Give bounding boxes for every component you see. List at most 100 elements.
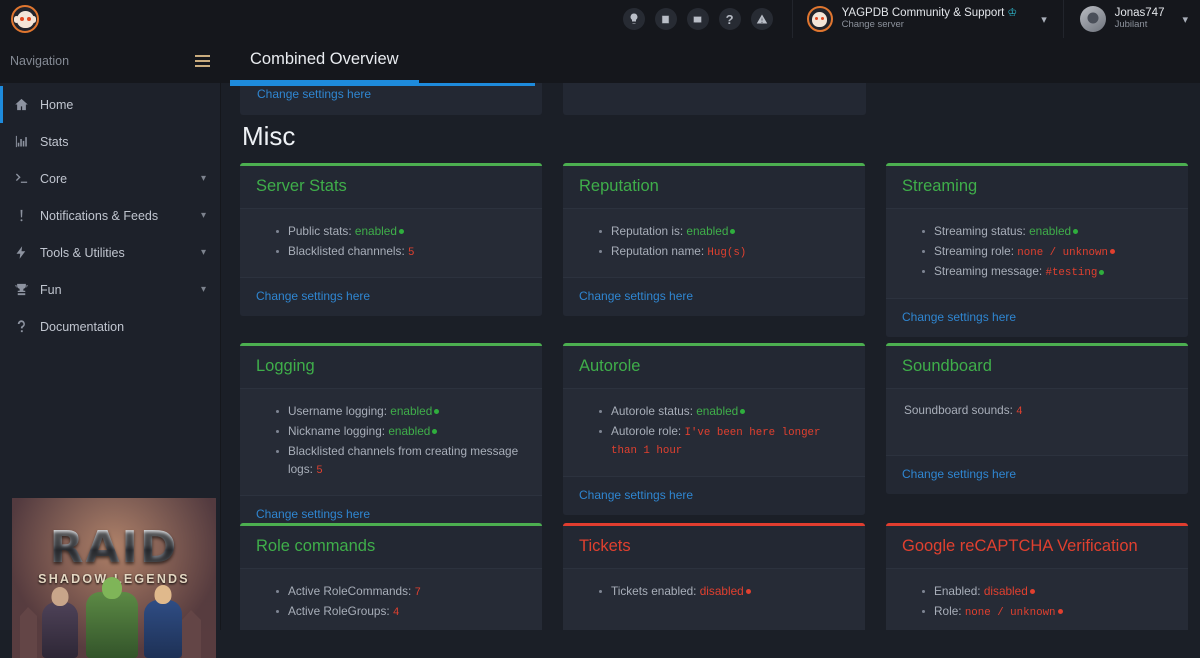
user-menu[interactable]: Jonas747 Jubilant ▾ [1064,0,1200,38]
change-settings-link[interactable]: Change settings here [256,507,370,521]
sidebar-item-notifications-feeds[interactable]: Notifications & Feeds ▾ [0,197,220,234]
status-disabled: disabled [699,584,744,598]
section-title: Misc [242,121,296,151]
sidebar-item-stats[interactable]: Stats [0,123,220,160]
help-icon[interactable]: ? [718,8,741,30]
card-body: Autorole status: enabled Autorole role: I… [563,389,865,476]
card-header: Server Stats [240,166,542,209]
card-footer: Change settings here [886,297,1188,337]
card-header: Reputation [563,166,865,209]
label: Reputation name: [611,243,708,258]
card-header: Streaming [886,166,1188,209]
lightbulb-icon[interactable] [622,8,645,30]
label: Public stats: [288,224,355,238]
card-stat-list: Reputation is: enabled Reputation name: H… [581,223,849,261]
card-title: Autorole [579,357,641,375]
card-body: Public stats: enabled Blacklisted channne… [240,209,542,278]
list-item: Tickets enabled: disabled [599,583,849,601]
loading-progress-bar [230,83,535,86]
label: Nickname logging: [288,423,389,438]
advertisement-banner[interactable]: RAID SHADOW LEGENDS [12,498,216,658]
card-body: Enabled: disabled Role: none / unknown [886,569,1188,630]
status-enabled: enabled [354,224,397,238]
card-header: Role commands [240,526,542,569]
card-footer: Change settings here [240,277,542,317]
news-icon[interactable] [686,8,709,30]
change-server-label: Change server [841,19,904,31]
label: Active RoleCommands: [288,584,415,598]
sidebar-item-label: Core [40,171,68,186]
navigation-header: Navigation [10,38,230,83]
card-title: Streaming [902,177,978,195]
ad-title: RAID [12,522,216,573]
card-body: Soundboard sounds: 4 [886,389,1188,455]
sidebar-item-core[interactable]: Core ▾ [0,160,220,197]
status-dot-red [1029,589,1035,595]
chevron-down-icon[interactable]: ▾ [201,247,206,258]
tab-combined-overview[interactable]: Combined Overview [230,38,419,83]
sidebar-item-label: Tools & Utilities [40,245,125,260]
change-settings-link[interactable]: Change settings here [579,289,693,303]
list-item: Blacklisted channels from creating messa… [276,443,526,479]
card-body: Reputation is: enabled Reputation name: H… [563,209,865,278]
question-icon [14,319,40,334]
app-logo[interactable] [0,5,50,33]
server-switcher[interactable]: YAGPDB Community & Support ♔ Change serve… [793,0,1063,38]
main-content: Change settings here Misc Server Stats Pu… [220,83,1200,630]
status-dot-green [434,409,440,415]
label: Reputation is: [611,224,687,238]
top-bar: ? YAGPDB Community & Support ♔ Change ser… [0,0,1200,38]
card-body: Streaming status: enabled Streaming role:… [886,209,1188,298]
card-tickets: Tickets Tickets enabled: disabled [563,523,865,630]
card-stat-list: Enabled: disabled Role: none / unknown [904,583,1172,621]
chevron-down-icon[interactable]: ▾ [201,210,206,221]
sidebar-item-tools-utilities[interactable]: Tools & Utilities ▾ [0,234,220,271]
change-settings-link[interactable]: Change settings here [902,467,1016,481]
hamburger-menu-icon[interactable] [195,54,210,67]
change-settings-link[interactable]: Change settings here [902,310,1016,324]
book-icon[interactable] [654,8,677,30]
card-body: Tickets enabled: disabled [563,569,865,630]
ad-characters [12,577,216,658]
status-dot-red [1057,609,1063,615]
chevron-down-icon[interactable]: ▾ [201,173,206,184]
chevron-down-icon[interactable]: ▾ [1041,13,1047,26]
card-title: Logging [256,357,315,375]
status-enabled: enabled [1029,224,1072,238]
status-enabled: enabled [696,404,739,418]
warning-icon[interactable] [750,8,773,30]
card-google-recaptcha-verification: Google reCAPTCHA Verification Enabled: di… [886,523,1188,630]
server-name: YAGPDB Community & Support [841,6,1005,19]
topbar-icon-group: ? [618,8,792,30]
sidebar-item-label: Fun [40,282,62,297]
card-role-commands: Role commands Active RoleCommands: 7 Activ… [240,523,542,630]
sidebar-item-home[interactable]: Home [0,86,220,123]
change-settings-link[interactable]: Change settings here [257,87,371,101]
sidebar-item-fun[interactable]: Fun ▾ [0,271,220,308]
card-footer: Change settings here [886,455,1188,494]
card-server-stats: Server Stats Public stats: enabled Blackli… [240,163,542,317]
chevron-down-icon[interactable]: ▾ [201,284,206,295]
sidebar-item-documentation[interactable]: Documentation [0,308,220,345]
list-item: Enabled: disabled [922,583,1172,601]
list-item: Role: none / unknown [922,603,1172,621]
change-settings-link[interactable]: Change settings here [579,488,693,502]
terminal-icon [14,171,40,186]
change-settings-link[interactable]: Change settings here [256,289,370,303]
card-stat-list: Username logging: enabled Nickname loggin… [258,403,526,479]
status-enabled: enabled [388,423,431,438]
card-stat: Soundboard sounds: 4 [904,403,1172,418]
list-item: Reputation name: Hug(s) [599,243,849,261]
card-title: Tickets [579,537,631,555]
content-left-border [220,83,221,630]
list-item: Reputation is: enabled [599,223,849,241]
list-item: Autorole role: I've been here longer tha… [599,423,849,460]
home-icon [14,97,40,112]
label: Blacklisted channnels: [288,243,409,258]
server-names: YAGPDB Community & Support ♔ Change serve… [842,7,1018,31]
status-dot-red [1110,249,1115,255]
card-header: Tickets [563,526,865,569]
card-stat-list: Streaming status: enabled Streaming role:… [904,223,1172,282]
list-item: Streaming message: #testing [922,263,1172,281]
chevron-down-icon[interactable]: ▾ [1182,13,1188,26]
